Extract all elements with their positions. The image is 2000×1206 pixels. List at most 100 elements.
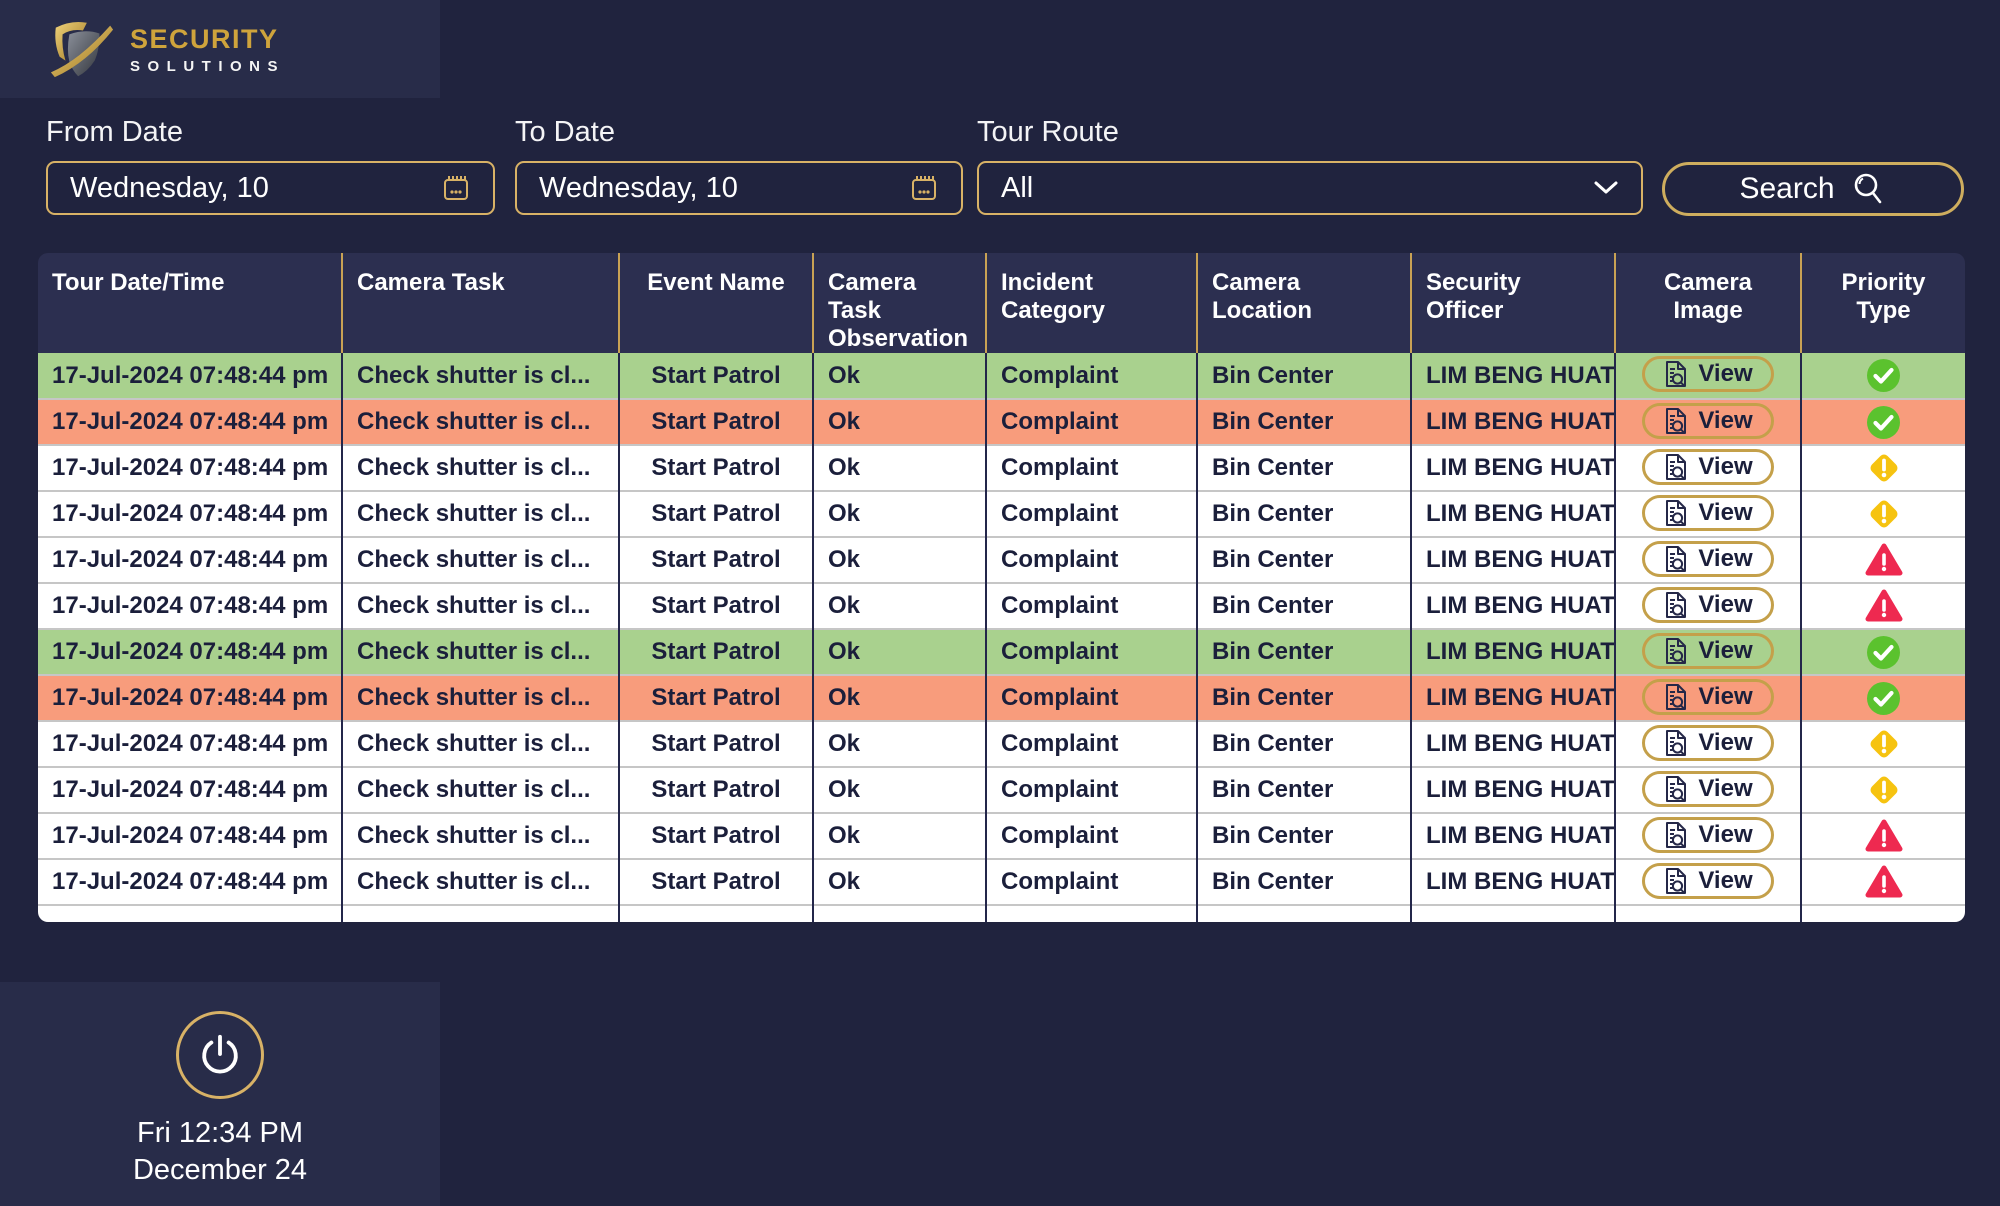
cell-category: Complaint bbox=[986, 629, 1197, 675]
view-button[interactable]: View bbox=[1642, 633, 1774, 669]
power-button[interactable] bbox=[176, 1011, 264, 1099]
view-button[interactable]: View bbox=[1642, 817, 1774, 853]
cell-officer: LIM BENG HUAT bbox=[1411, 629, 1615, 675]
priority-ok-icon bbox=[1866, 358, 1901, 393]
cell-priority bbox=[1801, 675, 1965, 721]
view-button[interactable]: View bbox=[1642, 449, 1774, 485]
cell-officer: LIM BENG HUAT bbox=[1411, 859, 1615, 905]
cell-category: Complaint bbox=[986, 583, 1197, 629]
view-button[interactable]: View bbox=[1642, 495, 1774, 531]
table-row: 17-Jul-2024 07:48:44 pmCheck shutter is … bbox=[38, 583, 1965, 629]
cell-date: 17-Jul-2024 07:48:44 pm bbox=[38, 583, 342, 629]
priority-ok-icon bbox=[1866, 405, 1901, 440]
priority-warning-icon bbox=[1865, 495, 1903, 533]
cell-priority bbox=[1801, 721, 1965, 767]
cell-view: View bbox=[1615, 353, 1801, 399]
search-button-label: Search bbox=[1739, 172, 1834, 206]
cell-event: Start Patrol bbox=[619, 537, 813, 583]
cell-task: Check shutter is cl... bbox=[342, 813, 619, 859]
to-date-input[interactable]: Wednesday, 10 bbox=[515, 161, 963, 215]
cell-location: Bin Center bbox=[1197, 859, 1411, 905]
table-row: 17-Jul-2024 07:48:44 pmCheck shutter is … bbox=[38, 629, 1965, 675]
table-row: 17-Jul-2024 07:48:44 pmCheck shutter is … bbox=[38, 353, 1965, 399]
cell-date: 17-Jul-2024 07:48:44 pm bbox=[38, 537, 342, 583]
cell-category: Complaint bbox=[986, 537, 1197, 583]
document-search-icon bbox=[1663, 499, 1689, 527]
from-date-value: Wednesday, 10 bbox=[70, 172, 269, 205]
power-icon bbox=[197, 1032, 243, 1078]
cell-view: View bbox=[1615, 399, 1801, 445]
document-search-icon bbox=[1663, 545, 1689, 573]
view-button[interactable]: View bbox=[1642, 771, 1774, 807]
view-button-label: View bbox=[1698, 775, 1752, 803]
cell-observation: Ok bbox=[813, 583, 986, 629]
cell-date: 17-Jul-2024 07:48:44 pm bbox=[38, 767, 342, 813]
cell-event: Start Patrol bbox=[619, 767, 813, 813]
document-search-icon bbox=[1663, 591, 1689, 619]
document-search-icon bbox=[1663, 775, 1689, 803]
column-header-observation: Camera Task Observation bbox=[813, 253, 986, 353]
view-button[interactable]: View bbox=[1642, 679, 1774, 715]
cell-observation: Ok bbox=[813, 721, 986, 767]
cell-priority bbox=[1801, 629, 1965, 675]
view-button[interactable]: View bbox=[1642, 725, 1774, 761]
view-button[interactable]: View bbox=[1642, 403, 1774, 439]
cell-observation: Ok bbox=[813, 813, 986, 859]
cell-category: Complaint bbox=[986, 813, 1197, 859]
cell-view: View bbox=[1615, 491, 1801, 537]
view-button[interactable]: View bbox=[1642, 587, 1774, 623]
to-date-label: To Date bbox=[515, 116, 963, 149]
cell-priority bbox=[1801, 813, 1965, 859]
cell-priority bbox=[1801, 859, 1965, 905]
shield-logo-icon bbox=[48, 16, 116, 82]
search-button[interactable]: Search bbox=[1662, 162, 1964, 216]
view-button[interactable]: View bbox=[1642, 356, 1774, 392]
cell-date: 17-Jul-2024 07:48:44 pm bbox=[38, 491, 342, 537]
cell-location: Bin Center bbox=[1197, 445, 1411, 491]
from-date-input[interactable]: Wednesday, 10 bbox=[46, 161, 495, 215]
cell-location: Bin Center bbox=[1197, 399, 1411, 445]
view-button[interactable]: View bbox=[1642, 541, 1774, 577]
cell-event: Start Patrol bbox=[619, 859, 813, 905]
cell-officer: LIM BENG HUAT bbox=[1411, 813, 1615, 859]
cell-date: 17-Jul-2024 07:48:44 pm bbox=[38, 399, 342, 445]
cell-priority bbox=[1801, 583, 1965, 629]
cell-task: Check shutter is cl... bbox=[342, 583, 619, 629]
cell-view: View bbox=[1615, 583, 1801, 629]
cell-event: Start Patrol bbox=[619, 721, 813, 767]
view-button-label: View bbox=[1698, 545, 1752, 573]
table-row: 17-Jul-2024 07:48:44 pmCheck shutter is … bbox=[38, 491, 1965, 537]
cell-event: Start Patrol bbox=[619, 629, 813, 675]
cell-observation: Ok bbox=[813, 675, 986, 721]
cell-task: Check shutter is cl... bbox=[342, 399, 619, 445]
cell-location: Bin Center bbox=[1197, 353, 1411, 399]
to-date-value: Wednesday, 10 bbox=[539, 172, 738, 205]
priority-warning-icon bbox=[1865, 771, 1903, 809]
calendar-icon bbox=[909, 173, 939, 203]
view-button[interactable]: View bbox=[1642, 863, 1774, 899]
column-header-event: Event Name bbox=[619, 253, 813, 353]
cell-view: View bbox=[1615, 767, 1801, 813]
table-row: 17-Jul-2024 07:48:44 pmCheck shutter is … bbox=[38, 399, 1965, 445]
document-search-icon bbox=[1663, 407, 1689, 435]
cell-category: Complaint bbox=[986, 859, 1197, 905]
cell-observation: Ok bbox=[813, 629, 986, 675]
table-row: 17-Jul-2024 07:48:44 pmCheck shutter is … bbox=[38, 813, 1965, 859]
priority-warning-icon bbox=[1865, 449, 1903, 487]
table-row: 17-Jul-2024 07:48:44 pmCheck shutter is … bbox=[38, 445, 1965, 491]
table-row: 17-Jul-2024 07:48:44 pmCheck shutter is … bbox=[38, 675, 1965, 721]
cell-event: Start Patrol bbox=[619, 675, 813, 721]
cell-priority bbox=[1801, 445, 1965, 491]
cell-task: Check shutter is cl... bbox=[342, 629, 619, 675]
table-filler-row bbox=[38, 905, 1965, 922]
priority-alert-icon bbox=[1865, 818, 1903, 854]
tour-route-select[interactable]: All bbox=[977, 161, 1643, 215]
cell-officer: LIM BENG HUAT bbox=[1411, 353, 1615, 399]
cell-task: Check shutter is cl... bbox=[342, 721, 619, 767]
column-header-view: Camera Image bbox=[1615, 253, 1801, 353]
document-search-icon bbox=[1663, 637, 1689, 665]
cell-observation: Ok bbox=[813, 445, 986, 491]
cell-empty bbox=[1197, 905, 1411, 922]
cell-event: Start Patrol bbox=[619, 399, 813, 445]
cell-task: Check shutter is cl... bbox=[342, 675, 619, 721]
